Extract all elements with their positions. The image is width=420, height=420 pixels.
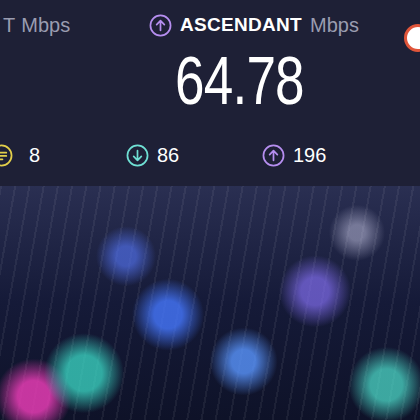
upload-header: ASCENDANT Mbps <box>149 12 359 38</box>
upload-unit: Mbps <box>310 14 359 37</box>
download-label: T <box>3 14 15 37</box>
upload-speed-value: 64.78 <box>149 42 359 118</box>
download-value: 86 <box>157 144 179 167</box>
ping-icon <box>0 144 13 167</box>
settings-badge-icon[interactable] <box>404 24 420 52</box>
download-unit: Mbps <box>21 14 70 37</box>
ping-stat: 8 <box>0 144 116 167</box>
results-panel: T Mbps ASCENDANT Mbps 64.78 8 86 196 <box>0 0 420 186</box>
upload-label: ASCENDANT <box>180 14 302 36</box>
header-row: T Mbps ASCENDANT Mbps 64.78 <box>0 0 420 118</box>
download-header: T Mbps <box>0 12 149 38</box>
upload-column: ASCENDANT Mbps 64.78 <box>149 12 359 118</box>
upload-stat: 196 <box>262 144 326 167</box>
ping-value: 8 <box>29 144 40 167</box>
download-icon <box>126 144 149 167</box>
fiber-optic-photo <box>0 186 420 420</box>
stats-row: 8 86 196 <box>0 144 420 167</box>
upload-arrow-icon <box>149 14 172 37</box>
upload-icon <box>262 144 285 167</box>
speed-test-screen: T Mbps ASCENDANT Mbps 64.78 8 86 196 <box>0 0 420 420</box>
download-stat: 86 <box>126 144 262 167</box>
upload-value: 196 <box>293 144 326 167</box>
